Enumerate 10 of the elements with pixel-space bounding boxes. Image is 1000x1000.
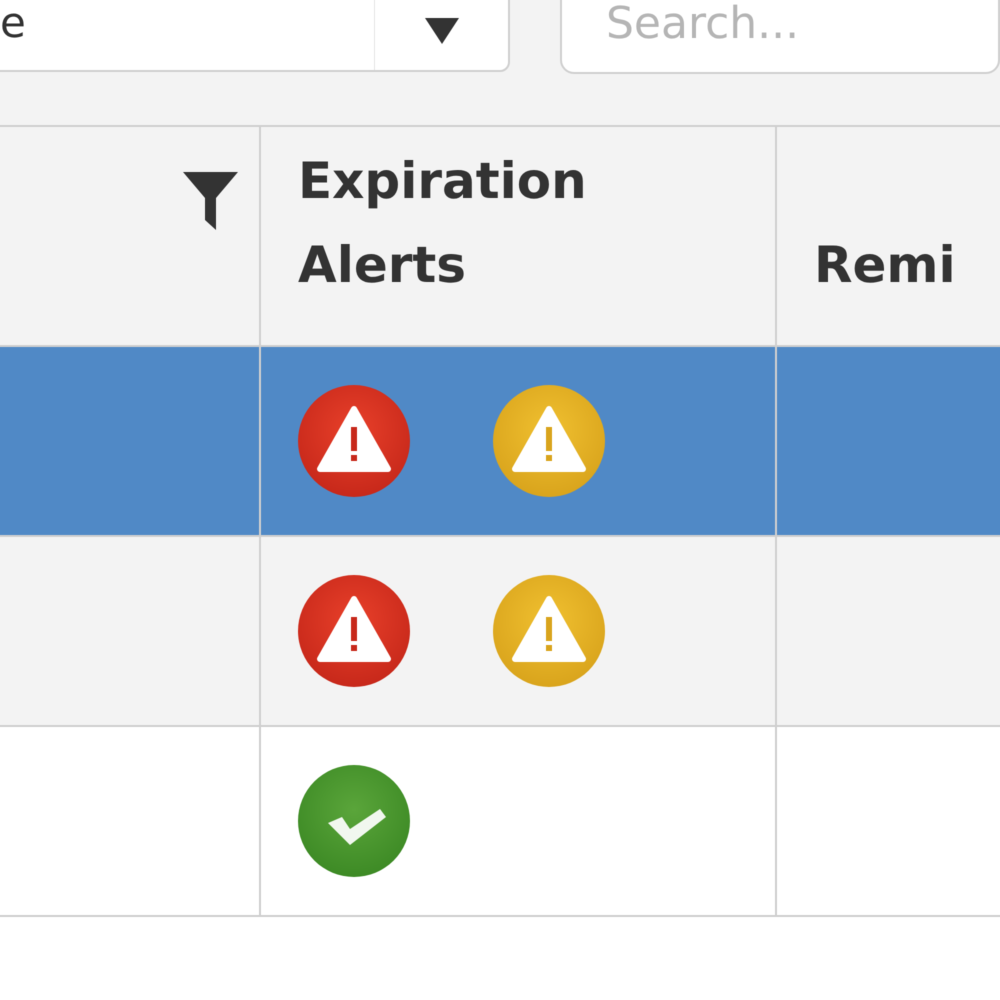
- column-header[interactable]: Expiration Alerts: [298, 139, 718, 307]
- caret-icon: [424, 18, 458, 44]
- search-field[interactable]: Search...: [560, 0, 1000, 74]
- table-row[interactable]: [0, 347, 1000, 537]
- filter-icon[interactable]: [183, 172, 238, 230]
- dropdown-value: e: [0, 0, 27, 49]
- table-row[interactable]: [0, 537, 1000, 727]
- table-row[interactable]: [0, 727, 1000, 917]
- dropdown[interactable]: e: [0, 0, 510, 72]
- column-header[interactable]: Remi: [814, 223, 1000, 307]
